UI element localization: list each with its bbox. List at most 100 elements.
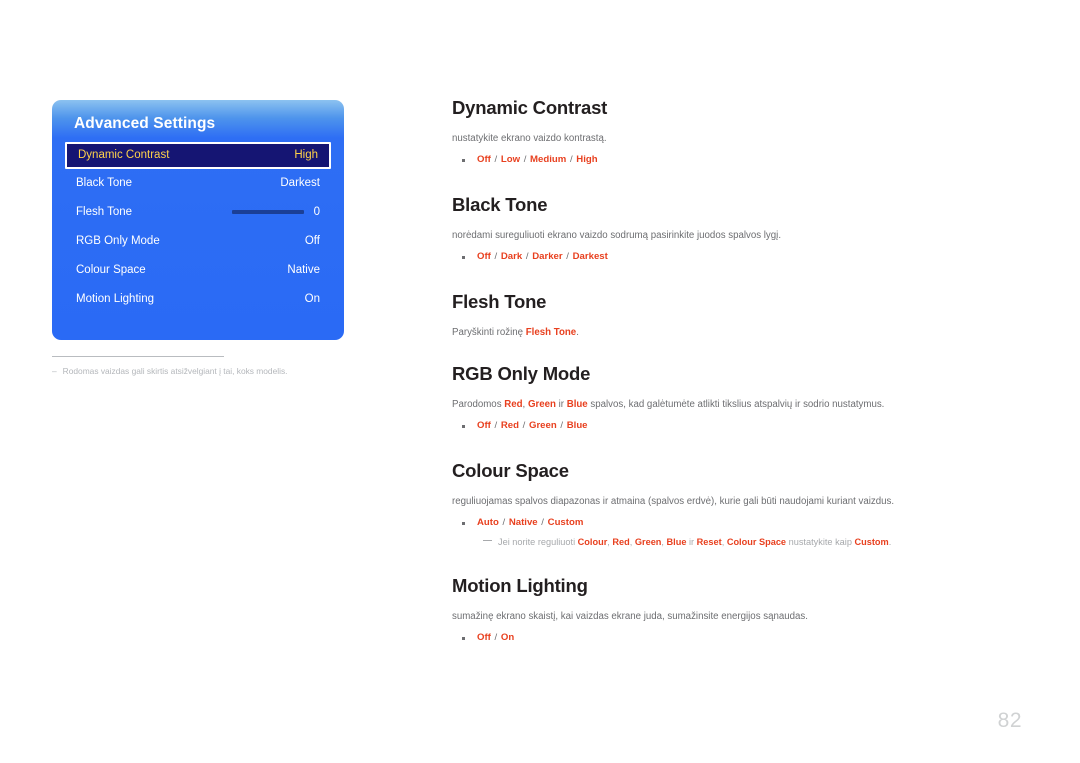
- osd-row-value-text: Darkest: [280, 177, 320, 189]
- option-value[interactable]: Off: [477, 154, 491, 165]
- osd-row-value: High: [294, 149, 318, 161]
- highlighted-term: Blue: [566, 399, 588, 411]
- section-motion-lighting: Motion Lighting sumažinę ekrano skaistį,…: [452, 574, 952, 646]
- option-separator: /: [567, 154, 576, 166]
- osd-row-value: Native: [287, 264, 320, 276]
- option-value[interactable]: Blue: [567, 420, 588, 431]
- highlighted-term: Colour Space: [726, 536, 787, 547]
- osd-row-label: Colour Space: [76, 264, 146, 276]
- note-text: ir: [686, 536, 697, 547]
- option-separator: /: [521, 154, 530, 166]
- osd-row-value-text: On: [304, 293, 320, 305]
- option-value[interactable]: Auto: [477, 517, 499, 528]
- osd-menu-list: Dynamic Contrast High Black Tone Darkest…: [52, 141, 344, 314]
- option-list-item: Off / On: [452, 631, 952, 645]
- option-value[interactable]: Custom: [548, 517, 584, 528]
- colour-space-note: Jei norite reguliuoti Colour, Red, Green…: [452, 536, 952, 549]
- option-list-item: Off / Low / Medium / High: [452, 153, 952, 167]
- section-colour-space: Colour Space reguliuojamas spalvos diapa…: [452, 459, 952, 549]
- flesh-tone-slider[interactable]: [231, 210, 304, 214]
- page-number: 82: [997, 709, 1022, 732]
- osd-row-label: RGB Only Mode: [76, 235, 160, 247]
- osd-footnote: ‒ Rodomas vaizdas gali skirtis atsižvelg…: [52, 366, 312, 377]
- section-flesh-tone: Flesh Tone Paryškinti rožinę Flesh Tone.: [452, 290, 952, 340]
- option-list-item: Off / Red / Green / Blue: [452, 419, 952, 433]
- option-separator: /: [491, 632, 500, 644]
- osd-row-value-text: High: [294, 149, 318, 161]
- section-description: norėdami sureguliuoti ekrano vaizdo sodr…: [452, 230, 782, 242]
- osd-row-value-text: Native: [287, 264, 320, 276]
- option-list: Off / On: [452, 631, 952, 645]
- osd-illustration: Advanced Settings Dynamic Contrast High …: [52, 100, 344, 377]
- osd-row-value: Darkest: [280, 177, 320, 189]
- page-title: Black Tone: [452, 193, 548, 215]
- osd-row-colour-space[interactable]: Colour Space Native: [65, 256, 331, 285]
- dash-icon: [483, 539, 492, 542]
- osd-row-label: Black Tone: [76, 177, 133, 189]
- option-list: Auto / Native / Custom: [452, 516, 952, 530]
- osd-row-black-tone[interactable]: Black Tone Darkest: [65, 169, 331, 198]
- option-list-item: Auto / Native / Custom: [452, 516, 952, 530]
- option-value[interactable]: Off: [477, 420, 491, 431]
- osd-row-value: On: [305, 293, 320, 305]
- option-separator: /: [557, 420, 566, 432]
- option-value[interactable]: Dark: [501, 251, 522, 262]
- option-separator: /: [519, 420, 528, 432]
- page-title: Flesh Tone: [452, 290, 547, 312]
- option-value[interactable]: Red: [501, 420, 519, 431]
- option-value[interactable]: Darkest: [573, 251, 608, 262]
- highlighted-term: Blue: [666, 536, 687, 547]
- option-value[interactable]: Medium: [530, 154, 566, 165]
- section-description: sumažinę ekrano skaistį, kai vaizdas ekr…: [452, 611, 808, 623]
- page-title: RGB Only Mode: [452, 363, 591, 384]
- option-value[interactable]: On: [501, 632, 514, 643]
- section-description: reguliuojamas spalvos diapazonas ir atma…: [452, 496, 895, 508]
- option-list: Off / Low / Medium / High: [452, 153, 952, 167]
- option-separator: /: [491, 154, 500, 166]
- option-separator: /: [538, 517, 547, 529]
- osd-panel-title: Advanced Settings: [74, 115, 216, 132]
- manual-content: Dynamic Contrast nustatykite ekrano vaiz…: [452, 97, 952, 646]
- osd-row-dynamic-contrast[interactable]: Dynamic Contrast High: [65, 141, 331, 169]
- option-separator: /: [499, 517, 508, 529]
- highlighted-term: Red: [612, 536, 630, 547]
- option-separator: /: [523, 251, 532, 263]
- page-title: Motion Lighting: [452, 574, 588, 596]
- bullet-icon: [462, 425, 465, 428]
- note-text: .: [888, 536, 892, 547]
- page-title: Colour Space: [452, 459, 569, 481]
- osd-row-label: Flesh Tone: [76, 206, 133, 218]
- highlighted-term: Red: [504, 399, 523, 411]
- section-description: Paryškinti rožinę Flesh Tone.: [452, 326, 952, 340]
- section-black-tone: Black Tone norėdami sureguliuoti ekrano …: [452, 193, 952, 265]
- note-text: Jei norite reguliuoti: [498, 536, 578, 547]
- option-value[interactable]: Off: [477, 632, 491, 643]
- osd-row-value-text: 0: [313, 206, 320, 218]
- option-value[interactable]: Low: [501, 154, 520, 165]
- option-value[interactable]: Green: [529, 420, 557, 431]
- osd-row-motion-lighting[interactable]: Motion Lighting On: [65, 285, 331, 314]
- highlighted-term: Flesh Tone: [525, 326, 577, 338]
- desc-text: Paryškinti rožinę: [452, 326, 526, 338]
- option-list-item: Off / Dark / Darker / Darkest: [452, 250, 952, 264]
- option-value[interactable]: Darker: [532, 251, 562, 262]
- footnote-divider: [52, 356, 224, 357]
- option-value[interactable]: Native: [509, 517, 538, 528]
- option-value[interactable]: Off: [477, 251, 491, 262]
- osd-row-rgb-only-mode[interactable]: RGB Only Mode Off: [65, 227, 331, 256]
- highlighted-term: Green: [527, 399, 556, 411]
- section-description: Parodomos Red, Green ir Blue spalvos, ka…: [452, 398, 952, 412]
- option-separator: /: [491, 420, 500, 432]
- desc-text: spalvos, kad galėtumėte atlikti tikslius…: [587, 399, 885, 411]
- bullet-icon: [462, 256, 465, 259]
- osd-row-flesh-tone[interactable]: Flesh Tone 0: [65, 198, 331, 227]
- section-description: nustatykite ekrano vaizdo kontrastą.: [452, 133, 607, 145]
- option-value[interactable]: High: [576, 154, 597, 165]
- osd-row-label: Motion Lighting: [76, 293, 154, 305]
- desc-text: ir: [555, 399, 567, 411]
- highlighted-term: Reset: [696, 536, 722, 547]
